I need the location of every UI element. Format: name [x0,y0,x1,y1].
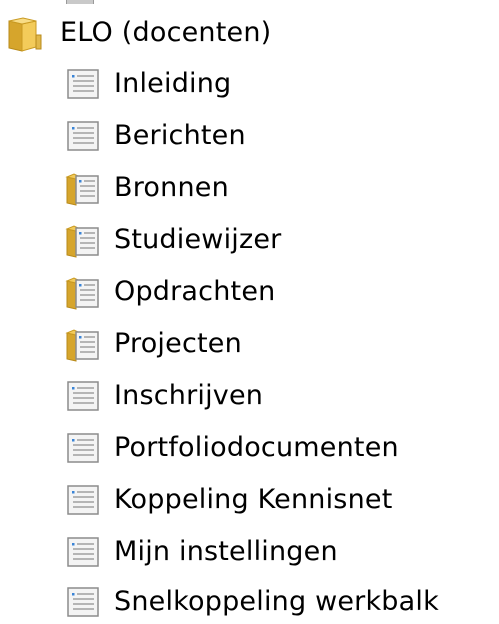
tree-node-label: ELO (docenten) [60,17,272,48]
tree-item-portfoliodocumenten[interactable]: Portfoliodocumenten [64,426,399,470]
tree-item-koppeling-kennisnet[interactable]: Koppeling Kennisnet [64,478,392,522]
tree-item-label: Opdrachten [114,276,276,307]
tree-item-opdrachten[interactable]: Opdrachten [64,270,275,314]
folder-page-icon [65,173,99,206]
tree-item-label: Bronnen [114,172,229,203]
tree-item-mijn-instellingen[interactable]: Mijn instellingen [64,530,338,574]
tree-item-snelkoppeling-werkbalk[interactable]: Snelkoppeling werkbalk [64,580,439,624]
page-icon [67,587,99,617]
tree-item-label: Projecten [114,328,242,359]
tree-node-elo-docenten[interactable]: ELO (docenten) [6,11,271,55]
tree-item-studiewijzer[interactable]: Studiewijzer [64,218,281,262]
tree-item-label: Inschrijven [114,380,264,411]
page-icon [67,485,99,515]
folder-page-icon [65,329,99,362]
page-icon [67,121,99,151]
folder-page-icon [65,277,99,310]
tree-item-label: Inleiding [114,68,232,99]
tree-item-label: Berichten [114,120,246,151]
tree-item-label: Koppeling Kennisnet [114,484,393,515]
tree-item-inschrijven[interactable]: Inschrijven [64,374,263,418]
tree-item-label: Portfoliodocumenten [114,432,399,463]
tree-item-inleiding[interactable]: Inleiding [64,62,231,106]
tree-item-bronnen[interactable]: Bronnen [64,166,229,210]
page-icon [67,69,99,99]
folder-icon [8,17,42,52]
tree-item-label: Studiewijzer [114,224,282,255]
tree-item-label: Snelkoppeling werkbalk [114,586,439,617]
page-icon [67,433,99,463]
folder-page-icon [65,225,99,258]
page-icon [67,381,99,411]
page-icon [67,537,99,567]
tree-item-label: Mijn instellingen [114,536,338,567]
tree-item-projecten[interactable]: Projecten [64,322,242,366]
tree-item-berichten[interactable]: Berichten [64,114,246,158]
navigation-tree: ELO (docenten) Inleiding Berichten Bronn… [0,0,499,622]
